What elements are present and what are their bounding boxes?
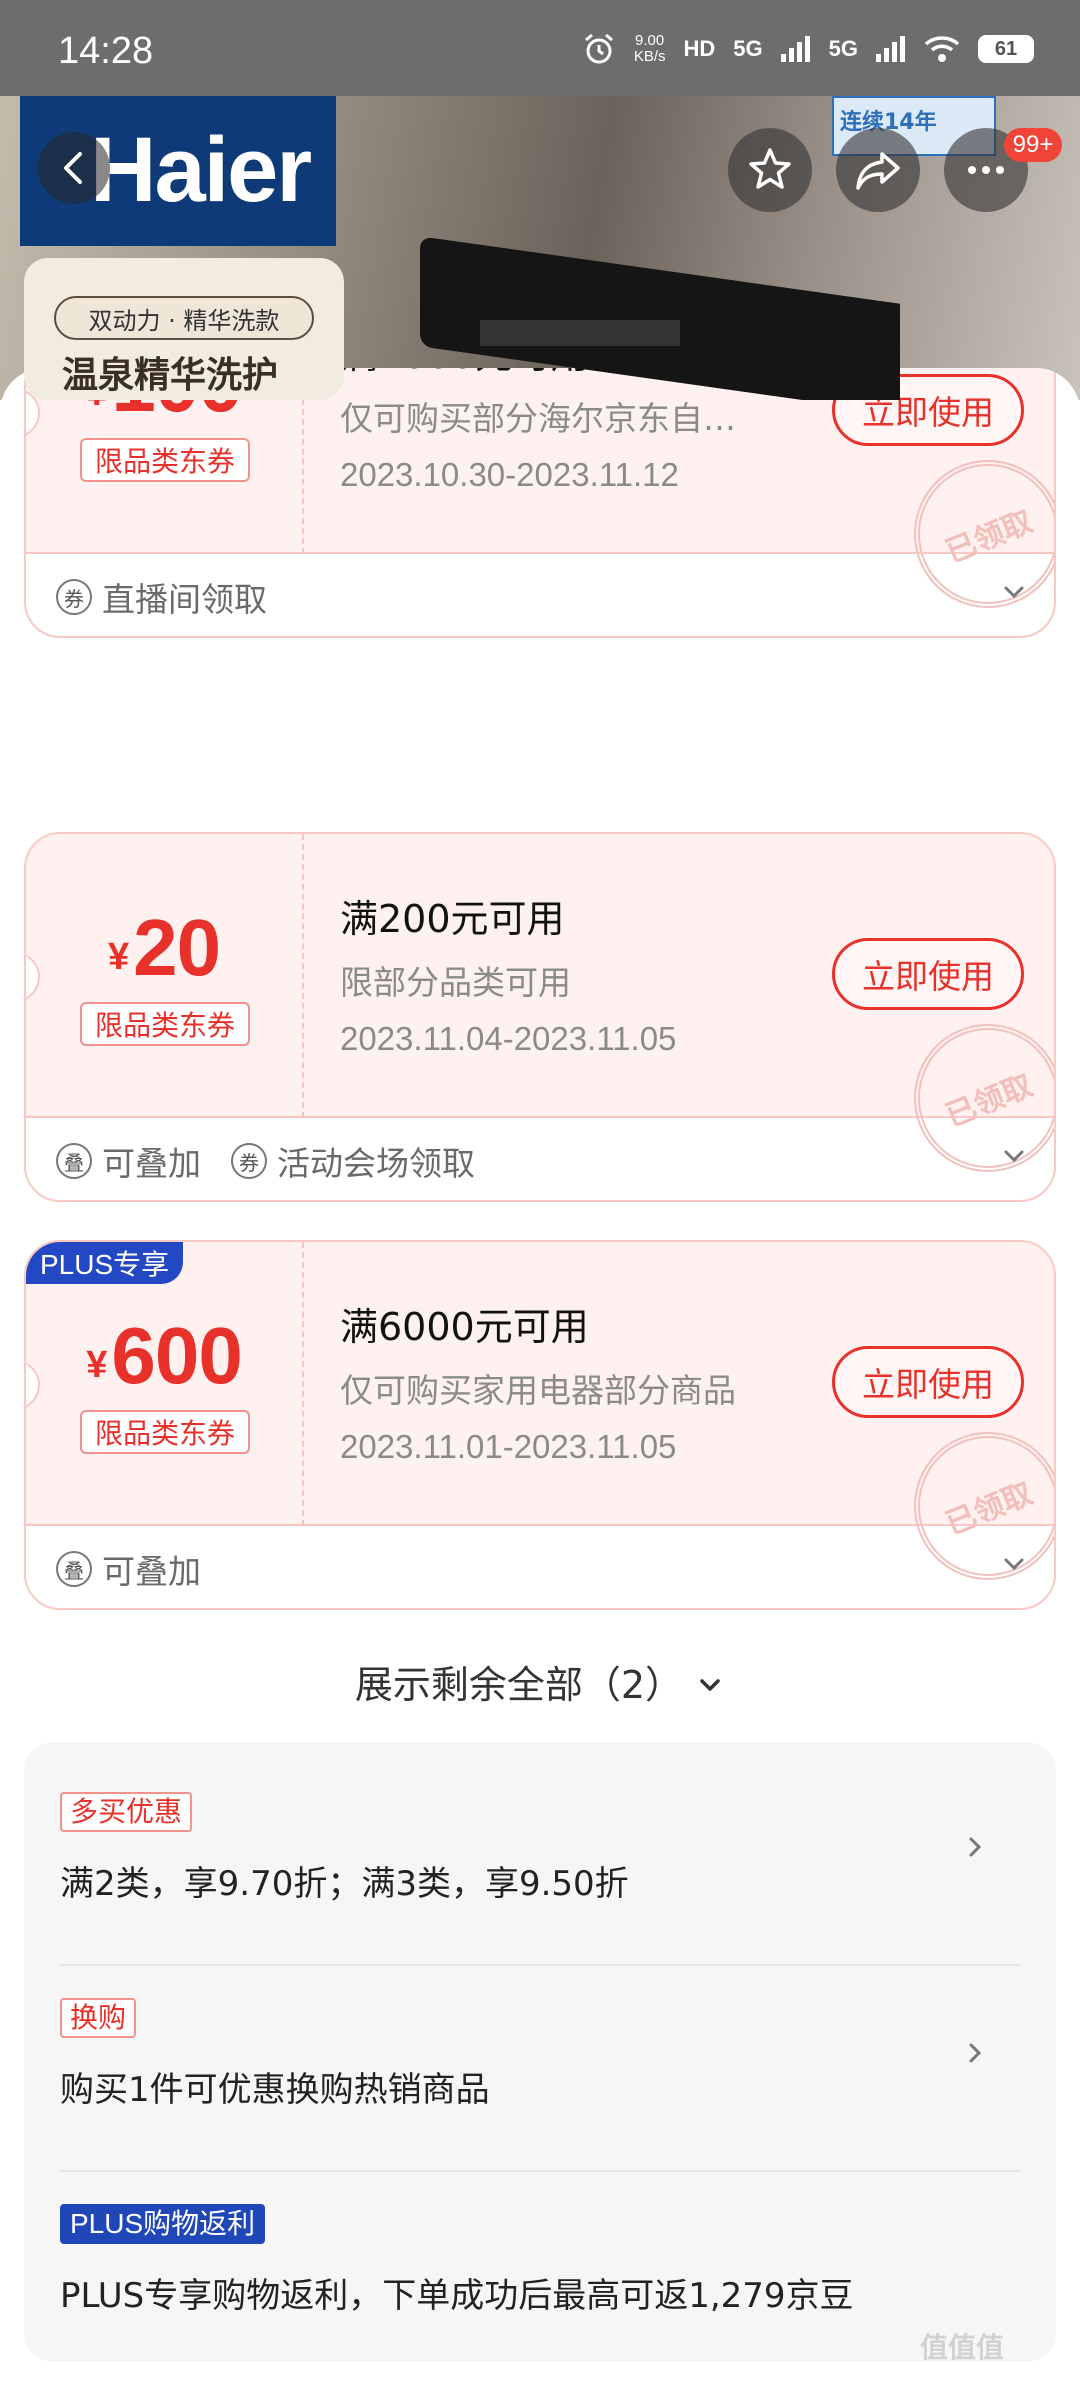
coupon-divider	[302, 1242, 304, 1526]
coupon-condition: 满6000元可用	[340, 1305, 589, 1349]
stackable-tag: 叠 可叠加	[56, 1545, 201, 1593]
battery-indicator: 61	[978, 35, 1034, 63]
status-time: 14:28	[58, 30, 154, 72]
coupon-type-label: 限品类东券	[80, 438, 250, 482]
coupon-divider	[302, 834, 304, 1118]
coupon-footer[interactable]: 叠 可叠加 券 活动会场领取	[26, 1120, 1054, 1200]
currency-symbol: ¥	[107, 936, 130, 978]
promotions-panel: 多买优惠 满2类，享9.70折；满3类，享9.50折 换购 购买1件可优惠换购热…	[24, 1742, 1056, 2362]
promo-text: 满2类，享9.70折；满3类，享9.50折	[60, 1864, 629, 1904]
signal-5g-2: 5G	[828, 36, 858, 61]
plus-rebate-tag: PLUS购物返利	[60, 2204, 266, 2244]
coupon-main: ¥600 限品类东券 满6000元可用 仅可购买家用电器部分商品 2023.11…	[26, 1242, 1054, 1603]
coupon-card: ¥20 限品类东券 满200元可用 限部分品类可用 2023.11.04-202…	[24, 832, 1056, 1202]
signal-bars-icon	[780, 36, 810, 62]
stackable-tag: 叠 可叠加	[56, 1137, 201, 1185]
show-remaining-label: 展示剩余全部（2）	[354, 1663, 684, 1707]
status-icons: 9.00 KB/s HD 5G 5G 61	[582, 32, 1034, 66]
divider	[60, 1964, 1020, 1966]
net-speed: 9.00 KB/s	[634, 33, 666, 65]
chevron-down-icon[interactable]	[1000, 1142, 1028, 1170]
promo-tag: 多买优惠	[60, 1792, 193, 1832]
hd-indicator: HD	[683, 36, 716, 61]
promo-text: PLUS专享购物返利，下单成功后最高可返1,279京豆	[60, 2276, 854, 2316]
signal-bars-icon	[876, 36, 905, 62]
brand-logo: Haier	[90, 119, 312, 221]
chevron-left-icon	[64, 152, 82, 184]
promo-tag: 双动力 · 精华洗款	[54, 296, 314, 340]
coupon-dates: 2023.11.01-2023.11.05	[340, 1428, 677, 1465]
chevron-down-icon[interactable]	[1000, 1550, 1028, 1578]
back-button[interactable]	[38, 132, 110, 204]
message-count-badge: 99+	[1004, 128, 1062, 162]
coupon-source-label: 活动会场领取	[277, 1144, 475, 1183]
stack-icon: 叠	[56, 1143, 92, 1179]
promo-tag: 换购	[60, 1998, 137, 2038]
star-icon	[749, 148, 791, 189]
stackable-label: 可叠加	[102, 1144, 201, 1183]
use-now-button[interactable]: 立即使用	[832, 1346, 1024, 1418]
coupon-scope: 仅可购买家用电器部分商品	[340, 1371, 736, 1410]
coupon-source: 券 直播间领取	[56, 573, 267, 621]
appliance-control-panel	[480, 320, 680, 346]
status-bar: 14:28 9.00 KB/s HD 5G 5G 61	[0, 0, 1080, 96]
coupon-main: ¥20 限品类东券 满200元可用 限部分品类可用 2023.11.04-202…	[26, 834, 1054, 1195]
coupon-value: 20	[133, 903, 221, 992]
chevron-down-icon[interactable]	[1000, 578, 1028, 606]
more-dots-icon	[968, 166, 1004, 174]
currency-symbol: ¥	[86, 1344, 108, 1386]
chevron-right-icon	[969, 1837, 982, 1857]
coupon-amount: ¥600	[26, 1310, 302, 1402]
coupon-condition: 满200元可用	[340, 897, 565, 941]
coupon-scope: 仅可购买部分海尔京东自…	[340, 399, 736, 438]
coupon-type-label: 限品类东券	[80, 1002, 250, 1046]
favorite-button[interactable]	[728, 128, 812, 212]
chevron-right-icon	[969, 2043, 982, 2063]
show-remaining-button[interactable]: 展示剩余全部（2）	[0, 1654, 1080, 1709]
promo-item[interactable]: 换购 购买1件可优惠换购热销商品	[60, 1998, 1020, 2111]
share-icon	[856, 152, 900, 190]
coupon-scope: 限部分品类可用	[340, 963, 571, 1002]
use-now-button[interactable]: 立即使用	[832, 938, 1024, 1010]
coupon-source: 券 活动会场领取	[231, 1137, 475, 1185]
promo-subtitle: 温泉精华洗护	[62, 355, 279, 396]
net-speed-unit: KB/s	[633, 48, 666, 65]
site-watermark: 值值值	[920, 2331, 1005, 2364]
coupon-footer[interactable]: 券 直播间领取	[26, 556, 1054, 636]
coupon-dates: 2023.11.04-2023.11.05	[340, 1020, 677, 1057]
coupon-dates: 2023.10.30-2023.11.12	[340, 456, 679, 493]
ticket-icon: 券	[231, 1143, 267, 1179]
signal-5g-1: 5G	[733, 36, 763, 61]
promo-text: 购买1件可优惠换购热销商品	[60, 2070, 490, 2110]
ticket-icon: 券	[56, 579, 92, 615]
promo-item: PLUS购物返利 PLUS专享购物返利，下单成功后最高可返1,279京豆	[60, 2204, 1020, 2317]
share-button[interactable]	[836, 128, 920, 212]
coupon-type-label: 限品类东券	[80, 1410, 250, 1454]
net-speed-value: 9.00	[635, 32, 665, 49]
divider	[60, 2170, 1020, 2172]
alarm-icon	[584, 33, 613, 64]
wifi-icon	[924, 36, 960, 62]
discount-sheet: 优惠 ¥100 限品类东券 满1000元可用 仅可购买部分海尔京东自… 2023…	[0, 368, 1080, 2400]
stack-icon: 叠	[56, 1551, 92, 1587]
coupon-source-label: 直播间领取	[102, 580, 267, 619]
coupon-card: ¥100 限品类东券 满1000元可用 仅可购买部分海尔京东自… 2023.10…	[24, 368, 1056, 638]
stackable-label: 可叠加	[102, 1552, 201, 1591]
coupon-card: PLUS专享 ¥600 限品类东券 满6000元可用 仅可购买家用电器部分商品 …	[24, 1240, 1056, 1610]
promo-item[interactable]: 多买优惠 满2类，享9.70折；满3类，享9.50折	[60, 1792, 1020, 1905]
coupon-value: 600	[111, 1311, 242, 1400]
coupon-footer[interactable]: 叠 可叠加	[26, 1528, 1054, 1608]
coupon-amount: ¥20	[26, 902, 302, 994]
chevron-down-icon	[700, 1679, 720, 1691]
plus-exclusive-badge: PLUS专享	[26, 1242, 184, 1284]
coupon-condition: 满1000元可用	[340, 368, 589, 379]
